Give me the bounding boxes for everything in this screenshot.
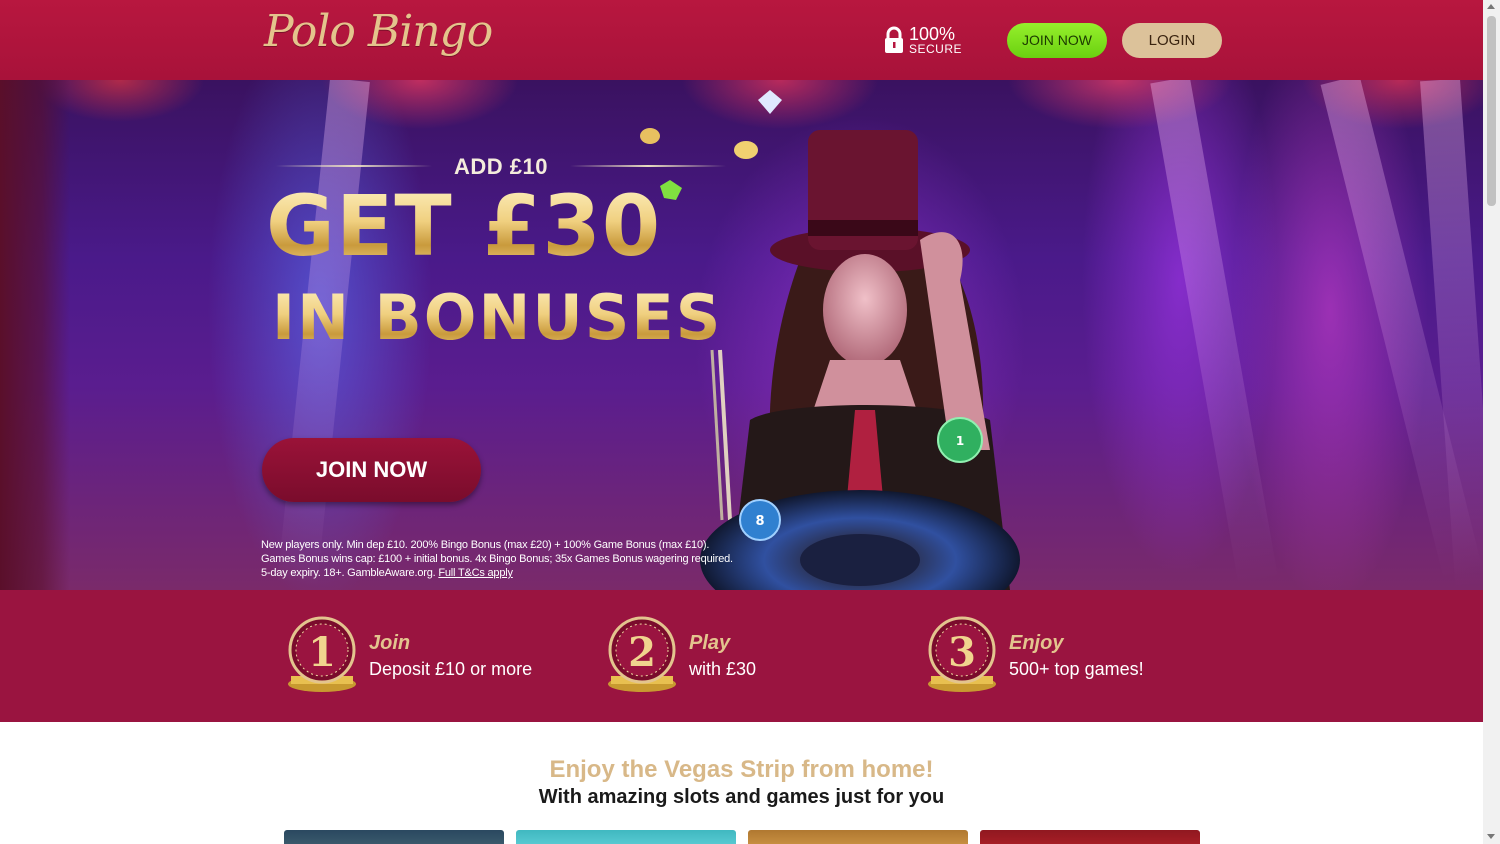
join-now-button[interactable]: JOIN NOW: [1007, 23, 1107, 58]
step-enjoy: 3 Enjoy 500+ top games!: [923, 616, 1223, 696]
ball-number: 8: [755, 514, 764, 529]
svg-text:3: 3: [948, 629, 976, 676]
hero-subheadline: IN BONUSES: [272, 278, 722, 358]
secure-label: SECURE: [909, 42, 963, 56]
step-play: 2 Play with £30: [603, 616, 903, 696]
step-subtitle: Deposit £10 or more: [369, 659, 533, 679]
scrollbar-thumb[interactable]: [1487, 16, 1496, 206]
scroll-down-icon[interactable]: [1487, 834, 1495, 839]
medal-1-icon: 1: [288, 616, 356, 692]
step-title: Enjoy: [1009, 632, 1064, 654]
game-thumbnail[interactable]: [516, 830, 736, 844]
step-subtitle: with £30: [689, 659, 757, 679]
svg-text:2: 2: [628, 629, 656, 676]
steps-band: 1 Join Deposit £10 or more 2 Play with £…: [0, 590, 1483, 722]
game-thumbnail[interactable]: [284, 830, 504, 844]
step-join: 1 Join Deposit £10 or more: [283, 616, 583, 696]
page: Polo Bingo 100% SECURE JOIN NOW LOGIN AD…: [0, 0, 1500, 844]
lock-icon: [885, 26, 903, 53]
login-button[interactable]: LOGIN: [1122, 23, 1222, 58]
game-thumbnail[interactable]: [980, 830, 1200, 844]
viewport: Polo Bingo 100% SECURE JOIN NOW LOGIN AD…: [0, 0, 1483, 844]
hero-join-now-button[interactable]: JOIN NOW: [262, 438, 481, 502]
promo-title: Enjoy the Vegas Strip from home!: [549, 756, 934, 783]
curtain-left-decoration: [0, 80, 70, 590]
step-subtitle: 500+ top games!: [1009, 659, 1144, 679]
medal-3-icon: 3: [928, 616, 996, 692]
step-title: Join: [369, 632, 411, 654]
terms-line: Games Bonus wins cap: £100 + initial bon…: [261, 553, 733, 565]
promo-subtitle: With amazing slots and games just for yo…: [538, 786, 945, 808]
terms-line: New players only. Min dep £10. 200% Bing…: [261, 539, 710, 551]
vertical-scrollbar[interactable]: [1483, 0, 1500, 844]
divider-line: [276, 165, 432, 167]
site-header: Polo Bingo 100% SECURE JOIN NOW LOGIN: [0, 0, 1483, 80]
coins-decoration: [640, 90, 782, 200]
scroll-up-icon[interactable]: [1487, 4, 1495, 9]
game-thumbnail[interactable]: [748, 830, 968, 844]
terms-line: 5-day expiry. 18+. GambleAware.org. Full…: [261, 567, 513, 579]
svg-text:1: 1: [308, 629, 336, 676]
step-title: Play: [689, 632, 731, 654]
hero-headline: GET £30: [266, 177, 662, 275]
terms-text: New players only. Min dep £10. 200% Bing…: [261, 538, 741, 580]
full-terms-link[interactable]: Full T&Cs apply: [438, 567, 513, 579]
ball-number: 1: [956, 434, 964, 448]
hero-banner: ADD £10 GET £30 IN BONUSES 1 8 JOIN NOW …: [0, 80, 1483, 590]
logo[interactable]: Polo Bingo: [264, 6, 493, 57]
secure-badge: 100% SECURE: [883, 24, 963, 58]
medal-2-icon: 2: [608, 616, 676, 692]
